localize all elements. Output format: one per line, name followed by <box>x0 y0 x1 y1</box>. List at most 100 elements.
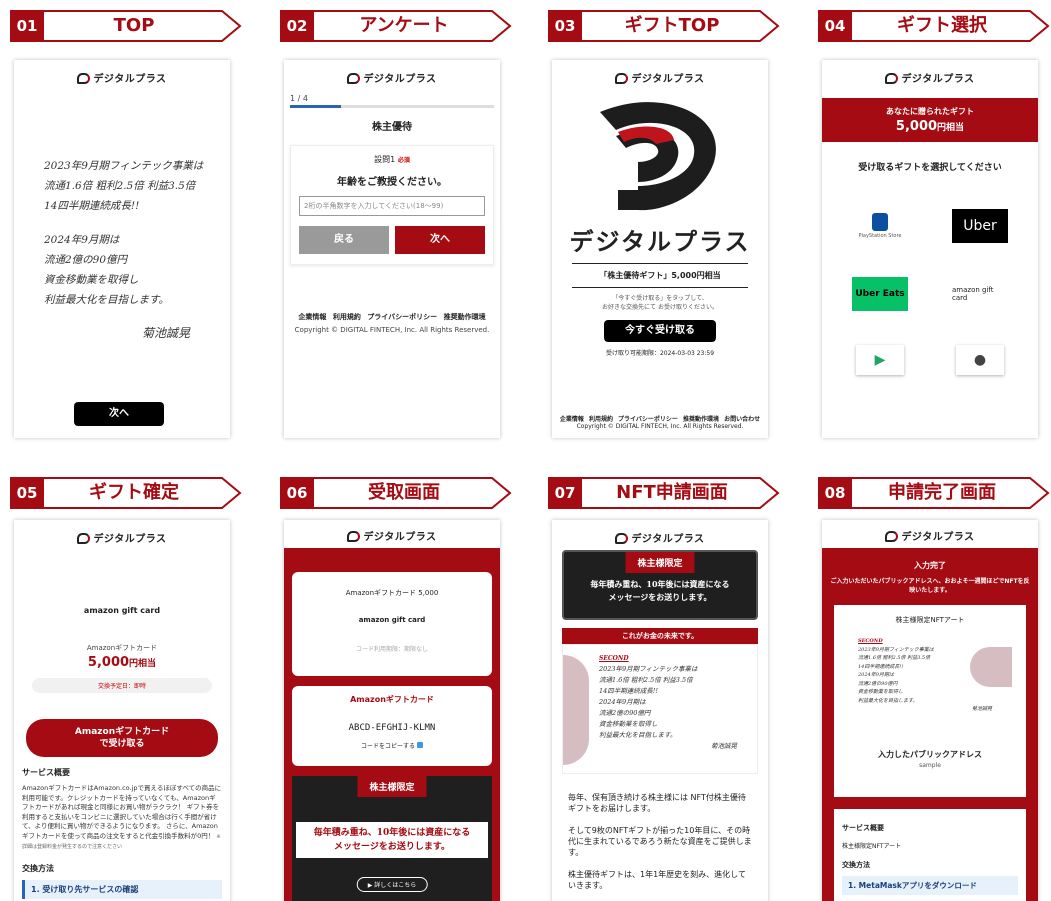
screen-number: 08 <box>824 484 846 502</box>
copy-code-button[interactable]: コードをコピーする <box>292 741 492 750</box>
receive-now-button[interactable]: 今すぐ受け取る <box>604 320 716 342</box>
completion-title: 入力完了 <box>914 561 946 570</box>
uber-eats-option[interactable]: Uber Eats <box>852 277 908 311</box>
screen-02: 02 アンケート デジタルプラス 1 / 4 株主優待 設問1 必須 年齢をご教… <box>280 8 516 438</box>
phone-mockup: デジタルプラス amazon gift card Amazonギフトカード 5,… <box>14 520 230 901</box>
footer: 企業情報 利用規約 プライバシーポリシー 推奨動作環境 お問い合わせ Copyr… <box>552 414 768 430</box>
ribbon-label: 株主様限定 <box>357 776 427 797</box>
brand-logo: デジタルプラス <box>14 70 230 86</box>
screen-08: 08 申請完了画面 デジタルプラス 入力完了 ご入力いただいたパブリックアドレス… <box>818 475 1051 901</box>
screen-04: 04 ギフト選択 デジタルプラス あなたに贈られたギフト 5,000円相当 受け… <box>818 8 1051 438</box>
message-line: 流通1.6倍 粗利2.5倍 利益3.5倍 <box>44 180 196 192</box>
card-name: Amazonギフトカード <box>86 644 158 652</box>
brand-logo: デジタルプラス <box>284 520 500 543</box>
future-band: これがお金の未来です。 <box>562 628 758 644</box>
progress-label: 1 / 4 <box>290 94 308 103</box>
phone-mockup: デジタルプラス 2023年9月期フィンテック事業は 流通1.6倍 粗利2.5倍 … <box>14 60 230 438</box>
screen-title: 受取画面 <box>368 482 440 503</box>
service-body: 株主様限定NFTアート <box>842 843 902 850</box>
gift-name: Amazonギフトカード 5,000 <box>345 589 439 597</box>
footer-links[interactable]: 企業情報 利用規約 プライバシーポリシー 推奨動作環境 お問い合わせ <box>552 414 768 423</box>
footer: 企業情報 利用規約 プライバシーポリシー 推奨動作環境 Copyright © … <box>284 312 500 334</box>
brand-logo: デジタルプラス <box>14 530 230 546</box>
back-button[interactable]: 戻る <box>299 226 389 254</box>
playstation-icon <box>872 213 888 231</box>
completion-note: ご入力いただいたパブリックアドレスへ、おおよそ一週間ほどでNFTを反映いたします… <box>830 578 1030 594</box>
progress-indicator: 1 / 4 <box>284 86 500 108</box>
nft-title: 株主様限定NFTアート <box>895 616 965 624</box>
receive-amazon-button[interactable]: Amazonギフトカード で受け取る <box>26 719 218 757</box>
gift-banner: あなたに贈られたギフト 5,000円相当 <box>822 98 1038 142</box>
progress-bar <box>290 105 494 108</box>
next-button[interactable]: 次へ <box>74 402 164 426</box>
message-line: 流通2億の90億円 <box>44 254 128 266</box>
service-title: サービス概要 <box>842 824 884 832</box>
step-1: 1. MetaMaskアプリをダウンロード <box>842 876 1018 895</box>
screen-06: 06 受取画面 デジタルプラス Amazonギフトカード 5,000 amazo… <box>280 475 516 901</box>
instruction-note: 「今すぐ受け取る」をタップして、 お好きな交換先にて お受け取りください。 <box>602 295 718 311</box>
brand-logo: デジタルプラス <box>552 70 768 86</box>
message-line: 2024年9月期は <box>44 234 120 246</box>
google-play-option[interactable]: ▶ <box>856 345 904 375</box>
gift-code: ABCD-EFGHIJ-KLMN <box>348 723 436 733</box>
screen-header: 03 ギフトTOP <box>548 8 784 44</box>
copyright: Copyright © DIGITAL FINTECH, Inc. All Ri… <box>576 423 744 430</box>
brand-logo: デジタルプラス <box>822 70 1038 86</box>
screen-header: 06 受取画面 <box>280 475 516 511</box>
screen-title: アンケート <box>359 15 449 36</box>
nft-art-card: SECOND 2023年9月期フィンテック事業は 流通1.6倍 粗利2.5倍 利… <box>562 644 758 774</box>
logo-mark-icon <box>885 73 899 84</box>
phone-mockup: デジタルプラス あなたに贈られたギフト 5,000円相当 受け取るギフトを選択し… <box>822 60 1038 438</box>
age-input[interactable]: 2桁の半角数字を入力してください(18〜99) <box>299 196 485 216</box>
screen-header: 05 ギフト確定 <box>10 475 246 511</box>
nft-description: 毎年、保有頂き続ける株主様には NFT付株主優待ギフトをお届けします。 そして9… <box>568 793 752 890</box>
gift-code-panel: Amazonギフトカード ABCD-EFGHIJ-KLMN コードをコピーする <box>292 686 492 766</box>
card-label: SECOND <box>599 655 629 662</box>
brand-logo: デジタルプラス <box>284 70 500 86</box>
screen-header: 04 ギフト選択 <box>818 8 1051 44</box>
logo-mark-icon <box>615 533 629 544</box>
screen-title: NFT申請画面 <box>616 482 728 503</box>
apple-gift-card-option[interactable]: ● <box>956 345 1004 375</box>
signature: 菊池誠晃 <box>141 326 190 340</box>
gift-label: あなたに贈られたギフト <box>886 107 974 116</box>
code-title: Amazonギフトカード <box>350 695 434 704</box>
logo-mark-icon <box>347 73 361 84</box>
screen-number: 07 <box>554 484 576 502</box>
apple-icon: ● <box>973 352 987 368</box>
screen-title: ギフト選択 <box>897 15 987 36</box>
copyright: Copyright © DIGITAL FINTECH, Inc. All Ri… <box>294 326 490 334</box>
method-title: 交換方法 <box>842 861 870 869</box>
gift-card-panel: Amazonギフトカード 5,000 amazon gift card コード利… <box>292 572 492 676</box>
exchange-date: 交換予定日：即時 <box>32 678 212 693</box>
question-card: 設問1 必須 年齢をご教授ください。 2桁の半角数字を入力してください(18〜9… <box>290 145 494 265</box>
amazon-gift-card-option[interactable]: amazon gift card <box>952 277 1008 311</box>
uber-option[interactable]: Uber <box>952 209 1008 243</box>
playstation-store-option[interactable]: PlayStation Store <box>852 209 908 243</box>
screen-number: 05 <box>16 484 38 502</box>
details-link[interactable]: ▶ 詳しくはこちら <box>356 877 428 892</box>
screen-07: 07 NFT申請画面 デジタルプラス 株主様限定 毎年積み重ね、10年後には資産… <box>548 475 784 901</box>
code-deadline: コード利用期限：期限なし <box>355 646 428 653</box>
message-line: 資金移動業を取得し <box>44 274 139 286</box>
message-line: 利益最大化を目指します。 <box>44 294 169 306</box>
logo-mark-icon <box>615 73 629 84</box>
message-line: 14四半期連続成長!! <box>44 200 140 212</box>
screen-title: ギフト確定 <box>89 482 179 503</box>
screen-header: 08 申請完了画面 <box>818 475 1051 511</box>
next-button[interactable]: 次へ <box>395 226 485 254</box>
phone-mockup: デジタルプラス 株主様限定 毎年積み重ね、10年後には資産になる メッセージをお送… <box>552 520 768 901</box>
brand-wordmark: デジタルプラス <box>569 228 751 256</box>
gift-options-grid: PlayStation Store Uber Uber Eats amazon … <box>822 209 1038 375</box>
chalkboard-banner: 株主様限定 毎年積み重ね、10年後には資産になる メッセージをお送りします。 ▶ … <box>292 776 492 901</box>
screen-03: 03 ギフトTOP デジタルプラス デジタルプラス 「株主優待ギフト」5,000… <box>548 8 784 438</box>
screen-number: 01 <box>16 17 38 35</box>
message-line: 2023年9月期フィンテック事業は <box>44 160 204 172</box>
address-label: 入力したパブリックアドレス <box>878 750 982 759</box>
footer-links[interactable]: 企業情報 利用規約 プライバシーポリシー 推奨動作環境 <box>284 312 500 322</box>
deadline-text: 受け取り可能期限：2024-03-03 23:59 <box>605 350 715 357</box>
question-number: 設問1 必須 <box>374 155 410 164</box>
board-message: 毎年積み重ね、10年後には資産になる メッセージをお送りします。 <box>296 822 488 858</box>
method-title: 交換方法 <box>22 863 54 873</box>
logo-mark-icon <box>885 531 899 542</box>
